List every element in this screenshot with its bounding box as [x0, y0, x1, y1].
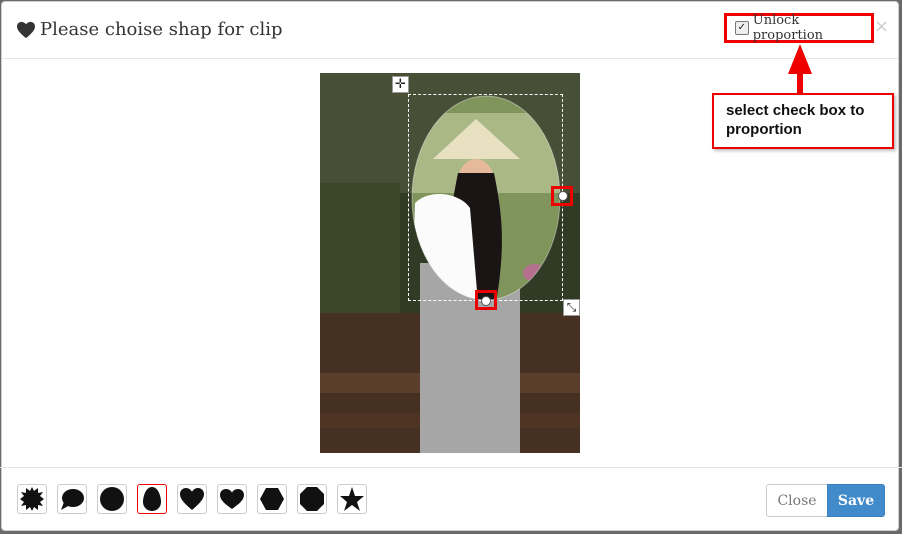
- height-handle-highlight[interactable]: [475, 290, 497, 310]
- move-handle-icon[interactable]: ✛: [392, 76, 409, 93]
- callout-arrow-line: [797, 68, 803, 94]
- heart-wide-icon: [220, 489, 244, 509]
- egg-icon: [143, 487, 161, 511]
- resize-handle-icon[interactable]: ⤡: [563, 299, 580, 316]
- shape-heart-button[interactable]: [177, 484, 207, 514]
- heart-shape-icon: [180, 488, 204, 510]
- dialog-title: Please choise shap for clip: [16, 19, 283, 40]
- close-icon[interactable]: ×: [874, 16, 889, 37]
- octagon-icon: [300, 487, 324, 511]
- hexagon-icon: [260, 488, 284, 510]
- shape-starburst-button[interactable]: [17, 484, 47, 514]
- shape-octagon-button[interactable]: [297, 484, 327, 514]
- shape-star-button[interactable]: [337, 484, 367, 514]
- shape-circle-button[interactable]: [97, 484, 127, 514]
- width-handle-knob[interactable]: [558, 191, 568, 201]
- dialog-title-text: Please choise shap for clip: [40, 19, 283, 40]
- shape-speech-bubble-button[interactable]: [57, 484, 87, 514]
- save-button[interactable]: Save: [827, 484, 885, 517]
- close-button[interactable]: Close: [766, 484, 828, 517]
- starburst-icon: [20, 487, 44, 511]
- unlock-proportion-label: Unlock proportion: [752, 13, 824, 43]
- circle-icon: [100, 487, 124, 511]
- star-icon: [340, 487, 364, 511]
- shape-hexagon-button[interactable]: [257, 484, 287, 514]
- height-handle-knob[interactable]: [481, 296, 491, 306]
- width-handle-highlight[interactable]: [551, 186, 573, 206]
- shape-egg-button[interactable]: [137, 484, 167, 514]
- unlock-proportion-toggle[interactable]: ✓ Unlock proportion: [724, 13, 874, 43]
- speech-bubble-icon: [61, 489, 84, 510]
- shape-heart-wide-button[interactable]: [217, 484, 247, 514]
- annotation-callout: select check box to proportion: [712, 93, 894, 149]
- heart-icon: [17, 21, 35, 38]
- unlock-proportion-checkbox[interactable]: ✓: [735, 21, 749, 35]
- crop-selection-box[interactable]: [408, 94, 563, 301]
